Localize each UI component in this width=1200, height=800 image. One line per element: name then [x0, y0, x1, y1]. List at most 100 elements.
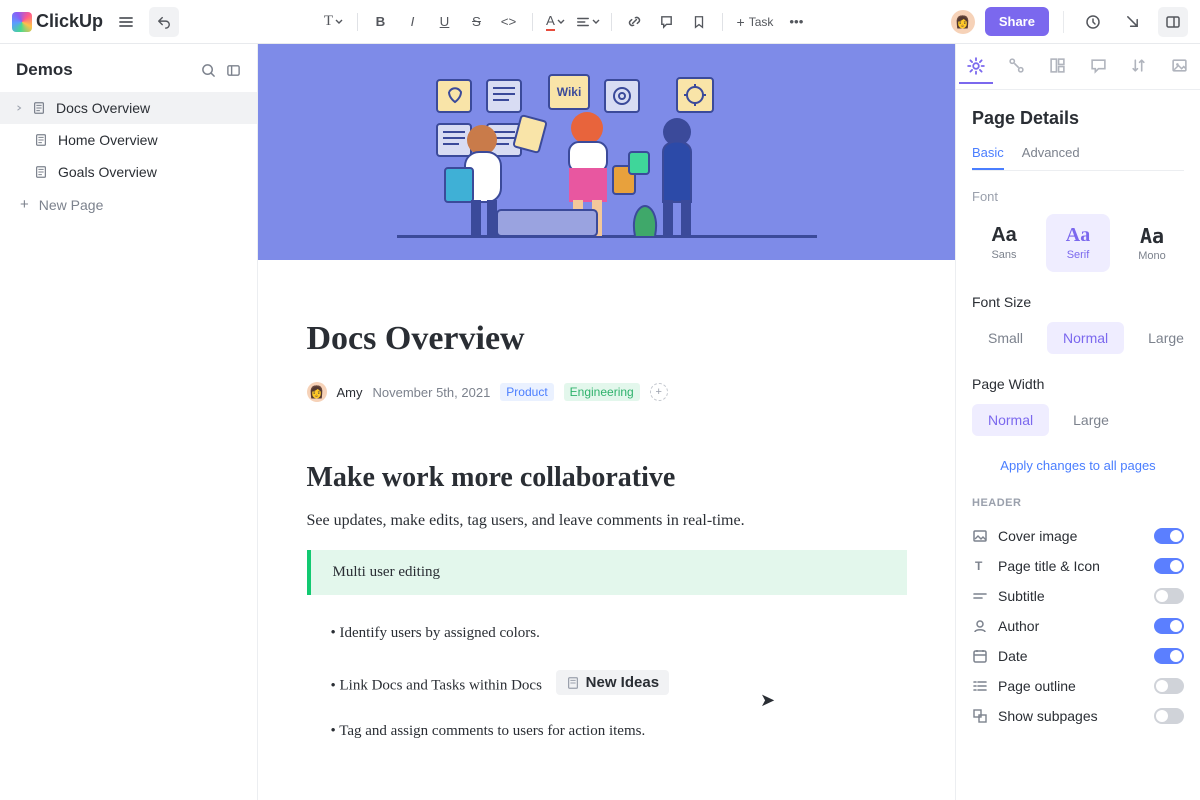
author-name: Amy: [337, 385, 363, 400]
sidebar-item-home-overview[interactable]: Home Overview: [0, 124, 257, 156]
cover-image[interactable]: Wiki: [258, 44, 955, 260]
apply-all-link[interactable]: Apply changes to all pages: [972, 458, 1184, 473]
svg-text:Wiki: Wiki: [556, 85, 581, 99]
image-icon: [972, 528, 988, 544]
page-details-panel: Page Details Basic Advanced Font AaSans …: [955, 44, 1200, 800]
toggle-switch[interactable]: [1154, 648, 1184, 664]
settings-tab-icon[interactable]: [959, 50, 993, 84]
sidebar-item-goals-overview[interactable]: Goals Overview: [0, 156, 257, 188]
title-icon: T: [972, 558, 988, 574]
doc-icon: [34, 165, 48, 179]
size-small[interactable]: Small: [972, 322, 1039, 354]
search-icon[interactable]: [201, 63, 216, 78]
share-button[interactable]: Share: [985, 7, 1049, 36]
width-large[interactable]: Large: [1057, 404, 1125, 436]
bullet-item[interactable]: Identify users by assigned colors.: [331, 625, 907, 642]
bold-icon[interactable]: B: [366, 7, 396, 37]
toggle-label: Date: [998, 648, 1028, 664]
brand-logo[interactable]: ClickUp: [12, 11, 103, 32]
underline-icon[interactable]: U: [430, 7, 460, 37]
strike-icon[interactable]: S: [462, 7, 492, 37]
bullet-item[interactable]: Tag and assign comments to users for act…: [331, 723, 907, 740]
code-icon[interactable]: <>: [494, 7, 524, 37]
subpages-icon: [972, 708, 988, 724]
width-normal[interactable]: Normal: [972, 404, 1049, 436]
header-section-label: HEADER: [972, 497, 1184, 509]
doc-icon: [32, 101, 46, 115]
svg-text:T: T: [975, 559, 983, 573]
page-width-label: Page Width: [972, 376, 1184, 392]
document-content: Wiki: [258, 44, 955, 800]
toggle-label: Cover image: [998, 528, 1077, 544]
new-page-label: New Page: [39, 197, 104, 213]
font-size-label: Font Size: [972, 294, 1184, 310]
toggle-label: Page outline: [998, 678, 1076, 694]
linked-task-chip[interactable]: New Ideas: [556, 670, 669, 695]
panel-title: Page Details: [972, 108, 1184, 129]
user-avatar[interactable]: 👩: [951, 10, 975, 34]
toggle-row: Show subpages: [972, 701, 1184, 731]
panel-tab-strip: [956, 44, 1200, 90]
subtab-advanced[interactable]: Advanced: [1022, 145, 1080, 170]
toggle-switch[interactable]: [1154, 528, 1184, 544]
outline-icon: [972, 678, 988, 694]
size-normal[interactable]: Normal: [1047, 322, 1124, 354]
align-icon[interactable]: [573, 7, 603, 37]
sidebar-item-docs-overview[interactable]: Docs Overview: [0, 92, 257, 124]
toggle-switch[interactable]: [1154, 678, 1184, 694]
topbar-right: 👩 Share: [951, 7, 1188, 37]
tag-engineering[interactable]: Engineering: [564, 383, 640, 401]
menu-icon[interactable]: [111, 7, 141, 37]
topbar: ClickUp T B I U S <> A +Task ••• 👩 Share: [0, 0, 1200, 44]
paragraph[interactable]: See updates, make edits, tag users, and …: [307, 512, 907, 530]
new-page-button[interactable]: + New Page: [0, 188, 257, 221]
bookmark-icon[interactable]: [684, 7, 714, 37]
sub-icon: [972, 588, 988, 604]
toggle-row: T Page title & Icon: [972, 551, 1184, 581]
add-task-button[interactable]: +Task: [731, 14, 780, 30]
font-option-serif[interactable]: AaSerif: [1046, 214, 1110, 272]
toggle-label: Show subpages: [998, 708, 1098, 724]
font-option-sans[interactable]: AaSans: [972, 214, 1036, 272]
toggle-switch[interactable]: [1154, 618, 1184, 634]
panel-toggle-icon[interactable]: [1158, 7, 1188, 37]
section-heading[interactable]: Make work more collaborative: [307, 462, 907, 494]
sidebar: Demos Docs Overview Home Overview Goals …: [0, 44, 258, 800]
undo-icon[interactable]: [149, 7, 179, 37]
comments-tab-icon[interactable]: [1081, 50, 1115, 84]
italic-icon[interactable]: I: [398, 7, 428, 37]
layout-tab-icon[interactable]: [1041, 50, 1075, 84]
link-icon[interactable]: [620, 7, 650, 37]
sidebar-item-label: Docs Overview: [56, 100, 150, 116]
font-section-label: Font: [972, 189, 1184, 204]
size-large[interactable]: Large: [1132, 322, 1200, 354]
bullet-item[interactable]: Link Docs and Tasks within Docs New Idea…: [331, 670, 907, 695]
image-tab-icon[interactable]: [1163, 50, 1197, 84]
formatting-toolbar: T B I U S <> A +Task •••: [319, 7, 812, 37]
sort-tab-icon[interactable]: [1122, 50, 1156, 84]
toggle-label: Page title & Icon: [998, 558, 1100, 574]
add-tag-icon[interactable]: +: [650, 383, 668, 401]
callout-block[interactable]: Multi user editing: [307, 550, 907, 595]
relations-tab-icon[interactable]: [1000, 50, 1034, 84]
more-icon[interactable]: •••: [781, 7, 811, 37]
page-title[interactable]: Docs Overview: [307, 320, 907, 358]
clickup-logo-icon: [12, 12, 32, 32]
byline: 👩 Amy November 5th, 2021 Product Enginee…: [307, 382, 907, 402]
font-option-mono[interactable]: AaMono: [1120, 214, 1184, 272]
text-style-icon[interactable]: T: [319, 7, 349, 37]
tag-product[interactable]: Product: [500, 383, 553, 401]
comment-icon[interactable]: [652, 7, 682, 37]
export-icon[interactable]: [1118, 7, 1148, 37]
toggle-switch[interactable]: [1154, 558, 1184, 574]
history-icon[interactable]: [1078, 7, 1108, 37]
subtab-basic[interactable]: Basic: [972, 145, 1004, 170]
doc-date: November 5th, 2021: [373, 385, 491, 400]
toggle-switch[interactable]: [1154, 588, 1184, 604]
author-avatar[interactable]: 👩: [307, 382, 327, 402]
toggle-row: Subtitle: [972, 581, 1184, 611]
sidebar-title: Demos: [16, 60, 73, 80]
collapse-sidebar-icon[interactable]: [226, 63, 241, 78]
text-color-icon[interactable]: A: [541, 7, 571, 37]
toggle-switch[interactable]: [1154, 708, 1184, 724]
